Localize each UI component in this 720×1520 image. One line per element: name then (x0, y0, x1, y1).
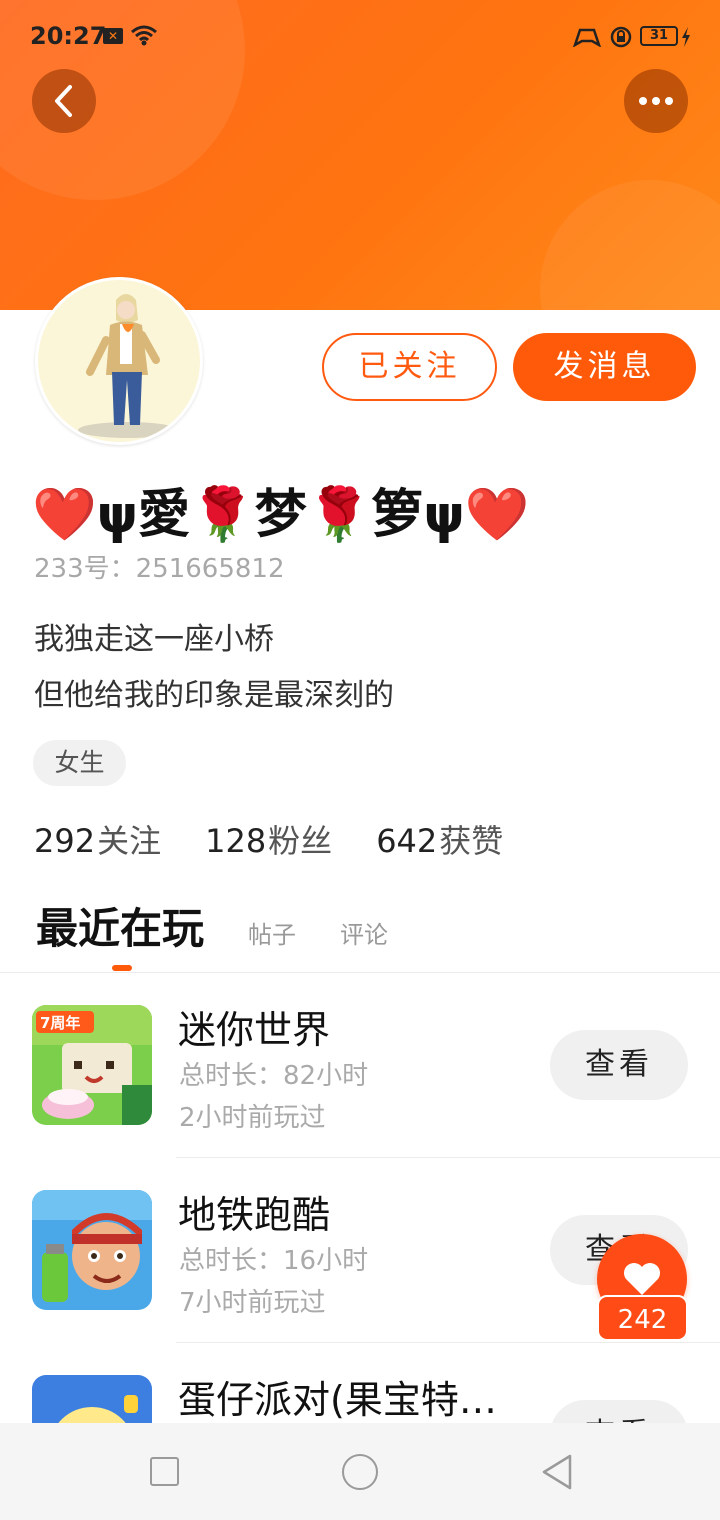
notification-icon: ✕ (103, 28, 123, 44)
following-stat[interactable]: 292关注 (34, 816, 161, 862)
tab-comments[interactable]: 评论 (340, 915, 388, 950)
system-back-button[interactable] (540, 1454, 574, 1490)
game-last-played: 7小时前玩过 (179, 1288, 326, 1318)
fans-stat[interactable]: 128粉丝 (205, 816, 332, 862)
user-nickname: ❤️ψ愛🌹梦🌹箩ψ❤️ (32, 485, 530, 545)
more-dots-icon (639, 97, 647, 105)
game-total-time: 总时长：16小时 (179, 1246, 369, 1276)
active-tab-indicator (112, 965, 132, 971)
recently-played-list: 7周年 迷你世界 总时长：82小时 2小时前玩过 查看 地铁跑酷 总时长：16小… (0, 973, 720, 1423)
view-game-button[interactable]: 查看 (550, 1400, 688, 1423)
profile-tabs: 最近在玩 帖子 评论 (36, 895, 388, 956)
send-message-button[interactable]: 发消息 (513, 333, 696, 401)
game-row-eggy-party[interactable]: 蛋仔派对(果宝特… 查看 (0, 1343, 720, 1423)
like-count-badge: 242 (597, 1295, 688, 1341)
wifi-icon (131, 25, 157, 46)
gender-tag: 女生 (33, 740, 126, 786)
avatar[interactable] (35, 277, 203, 445)
game-last-played: 2小时前玩过 (179, 1103, 326, 1133)
svg-text:7周年: 7周年 (40, 1014, 80, 1032)
back-button[interactable] (32, 69, 96, 133)
battery-indicator: 31 (640, 26, 678, 46)
view-game-button[interactable]: 查看 (550, 1030, 688, 1100)
subway-surfers-icon (32, 1190, 152, 1310)
user-id: 233号：251665812 (34, 554, 285, 584)
game-total-time: 总时长：82小时 (179, 1061, 369, 1091)
profile-stats: 292关注 128粉丝 642获赞 (34, 816, 503, 862)
mini-world-icon: 7周年 (32, 1005, 152, 1125)
status-bar: 20:27 ✕ 31 (0, 0, 720, 72)
charging-icon (682, 27, 690, 47)
game-name: 地铁跑酷 (178, 1193, 331, 1237)
system-navigation-bar (0, 1423, 720, 1520)
lock-icon (610, 26, 632, 48)
chevron-left-icon (55, 85, 72, 117)
followed-button[interactable]: 已关注 (322, 333, 497, 401)
bio-line-1: 我独走这一座小桥 (34, 622, 274, 657)
tab-recently-played[interactable]: 最近在玩 (36, 895, 204, 956)
game-mode-icon (573, 28, 601, 47)
bio-line-2: 但他给我的印象是最深刻的 (34, 678, 394, 713)
home-button[interactable] (342, 1454, 378, 1490)
likes-stat: 642获赞 (376, 822, 504, 860)
heart-icon (624, 1263, 660, 1295)
avatar-illustration (78, 294, 178, 438)
user-bio: 我独走这一座小桥 但他给我的印象是最深刻的 (34, 612, 394, 724)
more-options-button[interactable] (624, 69, 688, 133)
status-time: 20:27 (30, 22, 107, 50)
tab-posts[interactable]: 帖子 (248, 915, 296, 950)
game-row-mini-world[interactable]: 7周年 迷你世界 总时长：82小时 2小时前玩过 查看 (0, 973, 720, 1158)
eggy-party-icon (32, 1375, 152, 1423)
recent-apps-button[interactable] (150, 1457, 179, 1486)
game-name: 蛋仔派对(果宝特… (178, 1378, 497, 1422)
game-name: 迷你世界 (178, 1008, 331, 1052)
